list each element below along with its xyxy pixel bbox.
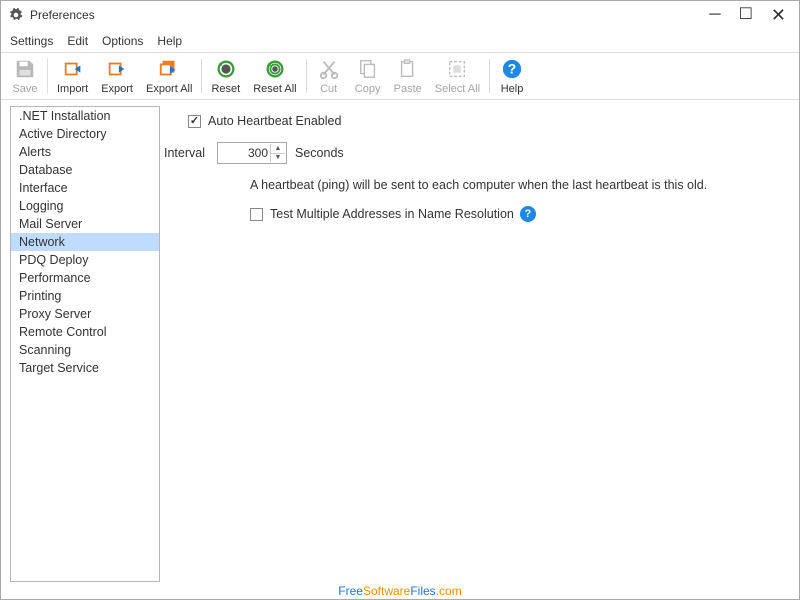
spinner-icon[interactable]: ▲▼: [270, 144, 285, 162]
interval-input[interactable]: 300 ▲▼: [217, 142, 287, 164]
watermark: FreeSoftwareFiles.com: [0, 584, 800, 598]
